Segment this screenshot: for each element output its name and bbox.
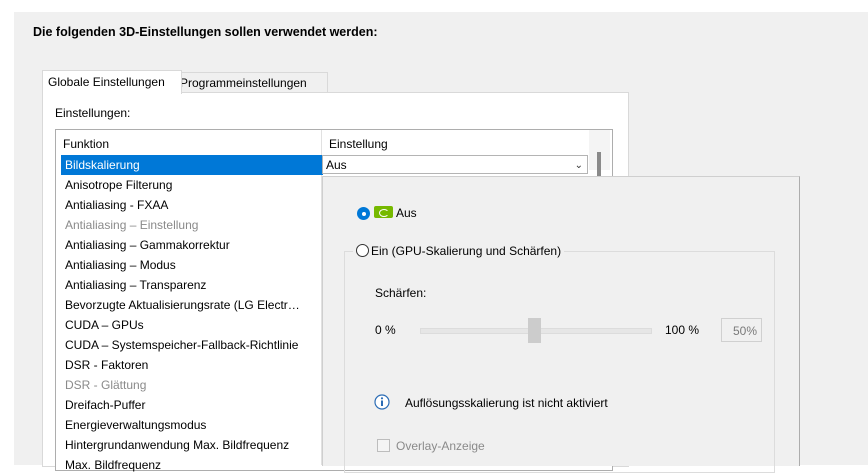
list-item[interactable]: Max. Bildfrequenz xyxy=(61,455,323,475)
settings-label: Einstellungen: xyxy=(55,106,131,120)
tab-global-settings[interactable]: Globale Einstellungen xyxy=(42,70,182,94)
sharpen-slider-thumb[interactable] xyxy=(528,318,541,343)
list-item[interactable]: Antialiasing – Einstellung xyxy=(61,215,323,235)
tab-program-settings[interactable]: Programmeinstellungen xyxy=(174,72,328,93)
list-item[interactable]: Antialiasing - FXAA xyxy=(61,195,323,215)
list-item[interactable]: Bevorzugte Aktualisierungsrate (LG Elect… xyxy=(61,295,323,315)
gpu-scaling-group-title: Ein (GPU-Skalierung und Schärfen) xyxy=(353,243,565,259)
list-item[interactable]: Antialiasing – Modus xyxy=(61,255,323,275)
column-header-setting[interactable]: Einstellung xyxy=(329,135,388,153)
slider-min-label: 0 % xyxy=(375,323,396,337)
overlay-checkbox[interactable] xyxy=(377,439,390,452)
info-icon xyxy=(374,394,390,410)
sharpen-label: Schärfen: xyxy=(375,286,427,300)
page-heading: Die folgenden 3D-Einstellungen sollen ve… xyxy=(33,25,378,39)
radio-off[interactable] xyxy=(357,207,370,220)
sharpen-value-field[interactable]: 50% xyxy=(721,318,762,342)
slider-max-label: 100 % xyxy=(665,323,700,337)
list-item[interactable]: DSR - Glättung xyxy=(61,375,323,395)
column-header-function[interactable]: Funktion xyxy=(63,135,109,153)
dropdown-value: Aus xyxy=(326,158,347,172)
list-item[interactable]: Energieverwaltungsmodus xyxy=(61,415,323,435)
list-item[interactable]: DSR - Faktoren xyxy=(61,355,323,375)
list-item[interactable]: Dreifach-Puffer xyxy=(61,395,323,415)
chevron-down-icon: ⌄ xyxy=(574,160,583,171)
scrollbar-thumb[interactable] xyxy=(597,152,601,176)
option-on-label[interactable]: Ein (GPU-Skalierung und Schärfen) xyxy=(371,244,561,258)
radio-on[interactable] xyxy=(356,244,369,258)
list-item[interactable]: Anisotrope Filterung xyxy=(61,175,323,195)
list-item[interactable]: CUDA – Systemspeicher-Fallback-Richtlini… xyxy=(61,335,323,355)
info-message: Auflösungsskalierung ist nicht aktiviert xyxy=(405,396,608,410)
list-item[interactable]: Antialiasing – Transparenz xyxy=(61,275,323,295)
list-item[interactable]: Antialiasing – Gammakorrektur xyxy=(61,235,323,255)
nvidia-logo-icon xyxy=(374,206,393,218)
overlay-label: Overlay-Anzeige xyxy=(396,439,485,453)
setting-value-dropdown[interactable]: Aus ⌄ xyxy=(322,155,588,174)
list-item[interactable]: Hintergrundanwendung Max. Bildfrequenz xyxy=(61,435,323,455)
list-item-bildskalierung[interactable]: Bildskalierung xyxy=(61,155,323,175)
list-item[interactable]: CUDA – GPUs xyxy=(61,315,323,335)
option-off-label[interactable]: Aus xyxy=(396,205,417,221)
